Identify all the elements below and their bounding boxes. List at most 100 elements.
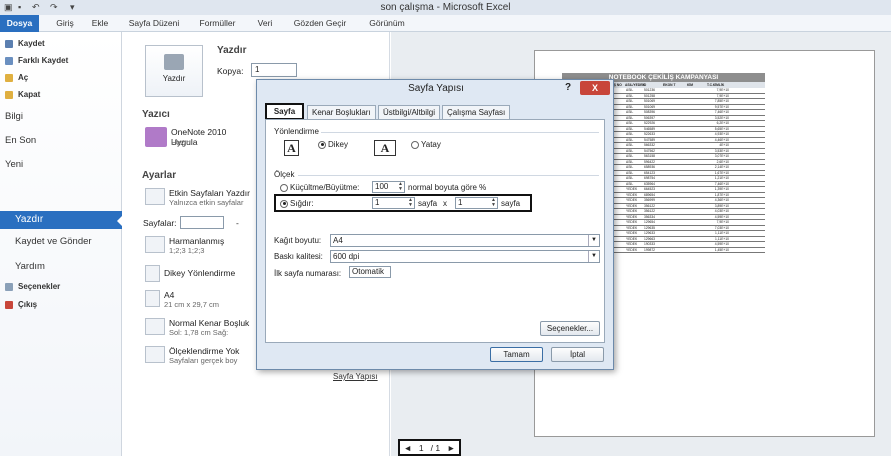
prev-page-icon[interactable]: ◄ <box>403 443 411 453</box>
paper-size-selector[interactable]: A4 21 cm x 29,7 cm <box>145 290 219 309</box>
table-cell <box>687 99 707 104</box>
adjust-input[interactable]: 100 ▲ ▼ <box>372 181 405 193</box>
adjust-spinner[interactable]: ▲ ▼ <box>397 182 404 192</box>
margins-icon <box>145 318 165 335</box>
portrait-radio[interactable]: Dikey <box>318 140 348 149</box>
dialog-body: Yönlendirme A Dikey A Yatay Ölçek Küçült… <box>265 119 605 343</box>
table-cell <box>687 182 707 187</box>
tab-page[interactable]: Sayfa <box>265 103 304 120</box>
table-cell: ASIL <box>626 132 634 136</box>
table-cell <box>687 187 707 192</box>
table-cell: YEDEK <box>626 209 638 213</box>
margins-selector[interactable]: Normal Kenar Boşluk Sol: 1,78 cm Sağ: <box>145 318 249 337</box>
nav-close[interactable]: Kapat <box>5 90 40 99</box>
copies-input[interactable]: 1 <box>251 63 297 77</box>
fit-tall-spinner[interactable]: ▲ ▼ <box>490 198 497 208</box>
current-page-input[interactable]: 1 <box>419 443 424 453</box>
page-navigator: ◄ 1 / 1 ► <box>398 439 461 456</box>
table-cell: 658936 <box>644 165 656 169</box>
page-setup-link[interactable]: Sayfa Yapısı <box>333 372 378 381</box>
pages-from-input[interactable] <box>180 216 224 229</box>
cancel-button[interactable]: İptal <box>551 347 604 362</box>
nav-save-send[interactable]: Kaydet ve Gönder <box>15 236 92 247</box>
scaling-selector[interactable]: Ölçeklendirme Yok Sayfaları gerçek boy <box>145 346 239 365</box>
table-cell <box>687 94 707 99</box>
exit-icon <box>5 300 13 309</box>
dialog-help-button[interactable]: ? <box>565 82 571 93</box>
table-cell: 129663 <box>644 236 656 241</box>
table-cell: 356122 <box>644 209 656 213</box>
table-cell: 9,57E+10 <box>714 104 729 109</box>
nav-print-label: Yazdır <box>15 214 44 225</box>
nav-info[interactable]: Bilgi <box>5 111 23 122</box>
page-setup-dialog: Sayfa Yapısı ? X Sayfa Kenar Boşlukları … <box>256 79 614 370</box>
printer-selector[interactable]: OneNote 2010 Uygula Hazır <box>145 126 253 152</box>
print-quality-select[interactable]: 600 dpi ▼ <box>330 250 600 263</box>
nav-recent[interactable]: En Son <box>5 135 36 146</box>
first-page-input[interactable]: Otomatik <box>349 266 391 278</box>
options-button[interactable]: Seçenekler... <box>540 321 600 336</box>
nav-options[interactable]: Seçenekler <box>5 282 60 291</box>
nav-save-as[interactable]: Farklı Kaydet <box>5 56 68 65</box>
ok-button[interactable]: Tamam <box>490 347 543 362</box>
tab-page-layout[interactable]: Sayfa Düzeni <box>126 15 182 32</box>
fit-label: Sığdır: <box>290 199 314 208</box>
tab-home[interactable]: Giriş <box>51 15 79 32</box>
table-cell: 4,59E+10 <box>714 214 729 219</box>
paper-size-select[interactable]: A4 ▼ <box>330 234 600 247</box>
tab-data[interactable]: Veri <box>255 15 275 32</box>
nav-help[interactable]: Yardım <box>15 261 45 272</box>
nav-exit[interactable]: Çıkış <box>5 300 37 309</box>
table-cell <box>663 209 687 214</box>
portrait-label: Dikey <box>328 140 349 149</box>
table-cell: 3,89E+10 <box>714 203 729 208</box>
table-cell <box>663 88 687 93</box>
paper-size-value: A4 <box>333 236 343 245</box>
print-scope-selector[interactable]: Etkin Sayfaları Yazdır Yalnızca etkin say… <box>145 188 250 207</box>
fit-radio[interactable]: Sığdır: <box>280 199 314 208</box>
tab-margins[interactable]: Kenar Boşlukları <box>307 105 376 119</box>
options-icon <box>5 282 13 291</box>
save-icon <box>5 39 13 48</box>
table-cell <box>687 149 707 154</box>
table-cell: YEDEK <box>626 225 638 230</box>
tab-view[interactable]: Görünüm <box>362 15 412 32</box>
table-cell <box>663 110 687 115</box>
fit-tall-input[interactable]: 1 ▲ ▼ <box>455 197 498 209</box>
print-button[interactable]: Yazdır <box>145 45 203 97</box>
scale-separator <box>298 175 599 176</box>
tab-sheet[interactable]: Çalışma Sayfası <box>442 105 511 119</box>
adjust-radio[interactable]: Küçültme/Büyütme: <box>280 183 359 192</box>
fit-wide-input[interactable]: 1 ▲ ▼ <box>372 197 415 209</box>
table-cell <box>687 176 707 181</box>
tab-review[interactable]: Gözden Geçir <box>290 15 350 32</box>
nav-save[interactable]: Kaydet <box>5 39 45 48</box>
tab-header-footer[interactable]: Üstbilgi/Altbilgi <box>378 105 441 119</box>
tab-formulas[interactable]: Formüller <box>195 15 240 32</box>
table-cell: YEDEK <box>626 247 638 252</box>
tab-insert[interactable]: Ekle <box>88 15 112 32</box>
print-heading: Yazdır <box>217 45 247 56</box>
landscape-radio[interactable]: Yatay <box>411 140 441 149</box>
dialog-close-button[interactable]: X <box>580 81 610 95</box>
table-cell: ASIL <box>626 176 634 180</box>
nav-print[interactable]: Yazdır <box>0 211 122 229</box>
tab-file[interactable]: Dosya <box>0 15 39 32</box>
fit-wide-spinner[interactable]: ▲ ▼ <box>407 198 414 208</box>
collate-icon <box>145 236 165 253</box>
next-page-icon[interactable]: ► <box>447 443 455 453</box>
table-cell <box>687 143 707 148</box>
table-cell <box>687 121 707 126</box>
nav-new[interactable]: Yeni <box>5 159 23 170</box>
table-cell <box>663 149 687 154</box>
collate-selector[interactable]: Harmanlanmış 1;2;3 1;2;3 <box>145 236 224 255</box>
nav-open[interactable]: Aç <box>5 73 28 82</box>
table-cell <box>687 110 707 115</box>
table-cell <box>663 99 687 104</box>
table-cell <box>663 242 687 247</box>
orientation-selector[interactable]: Dikey Yönlendirme <box>145 265 235 282</box>
table-cell: 356122 <box>644 203 656 208</box>
print-scope-sub: Yalnızca etkin sayfalar <box>169 198 244 207</box>
table-cell <box>687 116 707 121</box>
table-cell <box>663 193 687 198</box>
